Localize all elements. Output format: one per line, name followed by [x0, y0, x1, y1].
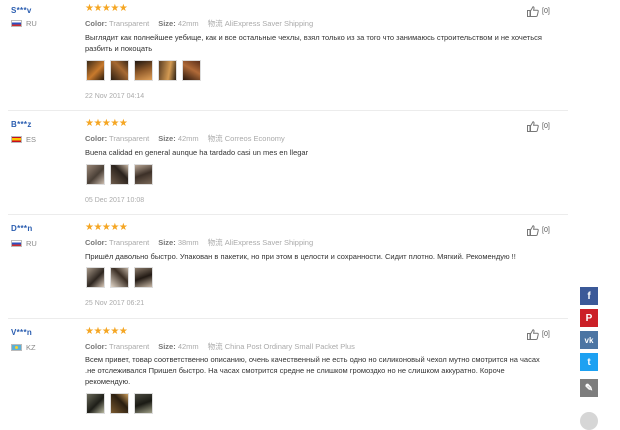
reviewer-country: ES: [11, 135, 36, 144]
review-date: 25 Nov 2017 06:21: [85, 300, 145, 307]
country-code: RU: [26, 239, 37, 248]
scroll-top-button[interactable]: [580, 412, 598, 430]
star-rating: ★★★★★: [85, 326, 128, 337]
divider: [8, 110, 568, 111]
review-photo[interactable]: [86, 393, 105, 414]
shipping-label: 物流: [207, 238, 223, 247]
review-photo[interactable]: [182, 60, 201, 81]
divider: [8, 214, 568, 215]
shipping-label: 物流: [207, 134, 223, 143]
order-info: Color: Transparent Size: 38mm 物流 AliExpres…: [85, 237, 313, 248]
vk-share-button[interactable]: vk: [580, 331, 598, 349]
review-photos: [86, 393, 153, 414]
review-photo[interactable]: [134, 267, 153, 288]
helpful-button[interactable]: [0]: [527, 6, 550, 17]
helpful-button[interactable]: [0]: [527, 225, 550, 236]
shipping-label: 物流: [207, 19, 223, 28]
reviewer-name[interactable]: S***v: [11, 6, 32, 15]
order-info: Color: Transparent Size: 42mm 物流 Correos E…: [85, 133, 285, 144]
reviewer-country: RU: [11, 239, 37, 248]
helpful-button[interactable]: [0]: [527, 329, 550, 340]
review-date: 22 Nov 2017 04:14: [85, 93, 145, 100]
helpful-count: [0]: [542, 123, 550, 130]
color-value: Transparent: [109, 342, 150, 351]
review-photo[interactable]: [86, 164, 105, 185]
review-photo[interactable]: [134, 60, 153, 81]
color-label: Color:: [85, 134, 108, 143]
size-label: Size:: [158, 342, 176, 351]
star-rating: ★★★★★: [85, 118, 128, 129]
country-code: RU: [26, 19, 37, 28]
divider: [8, 318, 568, 319]
pencil-icon: ✎: [584, 382, 594, 394]
review-photo[interactable]: [158, 60, 177, 81]
helpful-count: [0]: [542, 227, 550, 234]
review-photo[interactable]: [110, 393, 129, 414]
flag-icon: [11, 344, 22, 351]
shipping-value: China Post Ordinary Small Packet Plus: [224, 342, 355, 351]
review-photo[interactable]: [134, 393, 153, 414]
color-value: Transparent: [109, 238, 150, 247]
size-value: 42mm: [177, 19, 199, 28]
size-value: 38mm: [177, 238, 199, 247]
review-photo[interactable]: [86, 60, 105, 81]
review-photo[interactable]: [110, 60, 129, 81]
helpful-count: [0]: [542, 331, 550, 338]
size-value: 42mm: [177, 134, 199, 143]
edit-button[interactable]: ✎: [580, 379, 598, 397]
flag-icon: [11, 136, 22, 143]
shipping-value: Correos Economy: [224, 134, 285, 143]
thumbs-up-icon: [527, 225, 539, 236]
thumbs-up-icon: [527, 6, 539, 17]
country-code: ES: [26, 135, 37, 144]
review-text: Buena calidad en general aunque ha tarda…: [85, 148, 309, 157]
review-photos: [86, 267, 153, 288]
size-label: Size:: [158, 19, 176, 28]
twitter-share-button[interactable]: t: [580, 353, 598, 371]
country-code: KZ: [26, 343, 36, 352]
vk-icon: vk: [584, 335, 594, 345]
review-text: Всем привет, товар соответственно описан…: [85, 355, 540, 386]
star-rating: ★★★★★: [85, 3, 128, 14]
review-photo[interactable]: [110, 267, 129, 288]
reviewer-name[interactable]: D***n: [11, 224, 33, 233]
color-value: Transparent: [109, 134, 150, 143]
review-photo[interactable]: [110, 164, 129, 185]
review-photos: [86, 60, 201, 81]
size-label: Size:: [158, 238, 176, 247]
order-info: Color: Transparent Size: 42mm 物流 AliExpres…: [85, 18, 313, 29]
color-label: Color:: [85, 238, 108, 247]
thumbs-up-icon: [527, 329, 539, 340]
size-value: 42mm: [177, 342, 199, 351]
shipping-value: AliExpress Saver Shipping: [224, 19, 314, 28]
reviewer-name[interactable]: B***z: [11, 120, 32, 129]
flag-icon: [11, 20, 22, 27]
order-info: Color: Transparent Size: 42mm 物流 China Pos…: [85, 341, 355, 352]
helpful-count: [0]: [542, 8, 550, 15]
twitter-icon: t: [587, 356, 591, 368]
review-photos: [86, 164, 153, 185]
color-value: Transparent: [109, 19, 150, 28]
reviewer-country: RU: [11, 19, 37, 28]
facebook-share-button[interactable]: f: [580, 287, 598, 305]
review-text: Пришёл давольно быстро. Упакован в пакет…: [85, 252, 516, 261]
review-text: Выглядит как полнейшее уебище, как и все…: [85, 33, 542, 53]
shipping-value: AliExpress Saver Shipping: [224, 238, 314, 247]
pinterest-share-button[interactable]: P: [580, 309, 598, 327]
star-rating: ★★★★★: [85, 222, 128, 233]
review-date: 05 Dec 2017 10:08: [85, 197, 145, 204]
thumbs-up-icon: [527, 121, 539, 132]
color-label: Color:: [85, 342, 108, 351]
size-label: Size:: [158, 134, 176, 143]
pinterest-icon: P: [585, 312, 593, 324]
flag-icon: [11, 240, 22, 247]
shipping-label: 物流: [207, 342, 223, 351]
facebook-icon: f: [587, 290, 591, 302]
review-photo[interactable]: [134, 164, 153, 185]
reviewer-name[interactable]: V***n: [11, 328, 32, 337]
helpful-button[interactable]: [0]: [527, 121, 550, 132]
color-label: Color:: [85, 19, 108, 28]
review-photo[interactable]: [86, 267, 105, 288]
reviewer-country: KZ: [11, 343, 36, 352]
